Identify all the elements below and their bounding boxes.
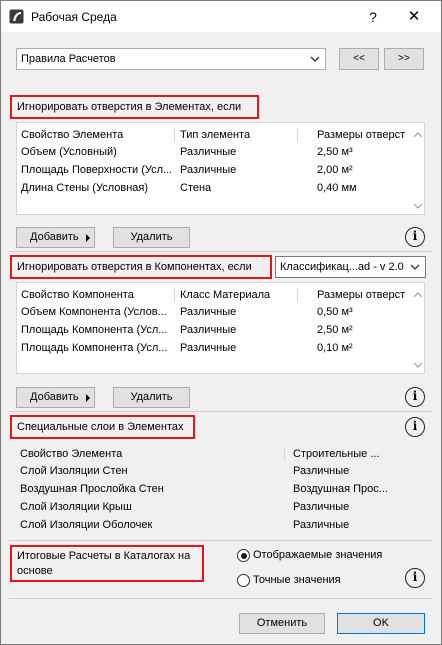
scroll-down-icon[interactable]: [412, 360, 424, 370]
window-title: Рабочая Среда: [31, 10, 117, 24]
info-icon[interactable]: i: [405, 227, 425, 247]
ok-button[interactable]: OK: [337, 613, 425, 634]
table-cell: 2,50 м³: [317, 146, 353, 158]
table-cell: Различные: [293, 465, 350, 477]
table-cell: 2,50 м²: [317, 324, 353, 336]
table-cell: Различные: [180, 342, 237, 354]
scroll-up-icon[interactable]: [412, 290, 424, 300]
section4-heading-line2: основе: [17, 565, 53, 577]
rules-dropdown-value: Правила Расчетов: [21, 53, 116, 65]
classification-dropdown-value: Классификац...ad - v 2.0: [280, 261, 404, 273]
table-cell: 0,40 мм: [317, 182, 357, 194]
classification-dropdown[interactable]: Классификац...ad - v 2.0: [275, 256, 426, 278]
section2-add-button[interactable]: Добавить: [16, 387, 95, 408]
table-cell: 0,50 м³: [317, 306, 353, 318]
radio-exact-label: Точные значения: [253, 574, 341, 586]
section2-heading: Игнорировать отверстия в Компонентах, ес…: [10, 255, 272, 279]
section1-table[interactable]: Свойство Элемента Тип элемента Размеры о…: [16, 122, 425, 215]
section1-add-button[interactable]: Добавить: [16, 227, 95, 248]
scroll-up-icon[interactable]: [412, 130, 424, 140]
cancel-button[interactable]: Отменить: [239, 613, 325, 634]
dialog-window: Рабочая Среда ? ✕ Правила Расчетов << >>…: [0, 0, 442, 645]
table-cell: Площадь Поверхности (Усл...: [21, 164, 173, 176]
section1-heading: Игнорировать отверстия в Элементах, если: [10, 95, 259, 119]
table-cell: 0,10 м²: [317, 342, 353, 354]
column-header[interactable]: Свойство Компонента: [21, 289, 134, 301]
section1-delete-button[interactable]: Удалить: [113, 227, 190, 248]
triangle-right-icon: [86, 234, 90, 242]
column-header[interactable]: Класс Материала: [180, 289, 270, 301]
section2-delete-button[interactable]: Удалить: [113, 387, 190, 408]
radio-checked-icon[interactable]: [237, 549, 250, 562]
table-cell: Различные: [180, 146, 237, 158]
table-cell: Слой Изоляции Оболочек: [20, 519, 153, 531]
info-icon[interactable]: i: [405, 387, 425, 407]
app-icon: [9, 9, 24, 24]
column-header[interactable]: Тип элемента: [180, 129, 250, 141]
section1-add-label: Добавить: [30, 231, 79, 243]
triangle-right-icon: [86, 394, 90, 402]
table-cell: Различные: [180, 324, 237, 336]
table-cell: Площадь Компонента (Усл...: [21, 342, 168, 354]
table-cell: Слой Изоляции Стен: [20, 465, 128, 477]
radio-displayed-values[interactable]: Отображаемые значения: [237, 548, 407, 564]
column-header[interactable]: Размеры отверст: [317, 129, 409, 141]
table-cell: Различные: [293, 519, 350, 531]
section4-heading: Итоговые Расчеты в Каталогах на основе: [10, 545, 204, 582]
section4-heading-line1: Итоговые Расчеты в Каталогах на: [17, 550, 191, 562]
table-cell: Объем (Условный): [21, 146, 117, 158]
table-cell: Воздушная Прослойка Стен: [20, 483, 164, 495]
info-icon[interactable]: i: [405, 568, 425, 588]
radio-exact-values[interactable]: Точные значения: [237, 573, 387, 589]
table-cell: Различные: [293, 501, 350, 513]
table-cell: Стена: [180, 182, 212, 194]
table-cell: Площадь Компонента (Усл...: [21, 324, 168, 336]
scroll-down-icon[interactable]: [412, 201, 424, 211]
table-cell: Воздушная Прос...: [293, 483, 388, 495]
next-button[interactable]: >>: [384, 48, 424, 70]
chevron-down-icon: [310, 56, 320, 62]
column-header[interactable]: Строительные ...: [293, 448, 380, 460]
section2-add-label: Добавить: [30, 391, 79, 403]
table-cell: Слой Изоляции Крыш: [20, 501, 132, 513]
close-icon[interactable]: ✕: [401, 5, 427, 29]
radio-displayed-label: Отображаемые значения: [253, 549, 383, 561]
column-header[interactable]: Свойство Элемента: [20, 448, 122, 460]
radio-unchecked-icon[interactable]: [237, 574, 250, 587]
table-cell: Различные: [180, 164, 237, 176]
table-cell: Объем Компонента (Услов...: [21, 306, 167, 318]
column-header[interactable]: Размеры отверст: [317, 289, 409, 301]
chevron-down-icon: [410, 264, 420, 270]
table-cell: Различные: [180, 306, 237, 318]
help-icon[interactable]: ?: [361, 5, 385, 29]
table-cell: 2,00 м²: [317, 164, 353, 176]
section3-heading: Специальные слои в Элементах: [10, 415, 195, 439]
section2-table[interactable]: Свойство Компонента Класс Материала Разм…: [16, 282, 425, 374]
column-header[interactable]: Свойство Элемента: [21, 129, 123, 141]
table-cell: Длина Стены (Условная): [21, 182, 149, 194]
rules-dropdown[interactable]: Правила Расчетов: [16, 48, 326, 70]
info-icon[interactable]: i: [405, 417, 425, 437]
title-bar: Рабочая Среда ? ✕: [1, 1, 441, 32]
section3-table[interactable]: Свойство Элемента Строительные ... Слой …: [16, 442, 425, 537]
prev-button[interactable]: <<: [339, 48, 379, 70]
